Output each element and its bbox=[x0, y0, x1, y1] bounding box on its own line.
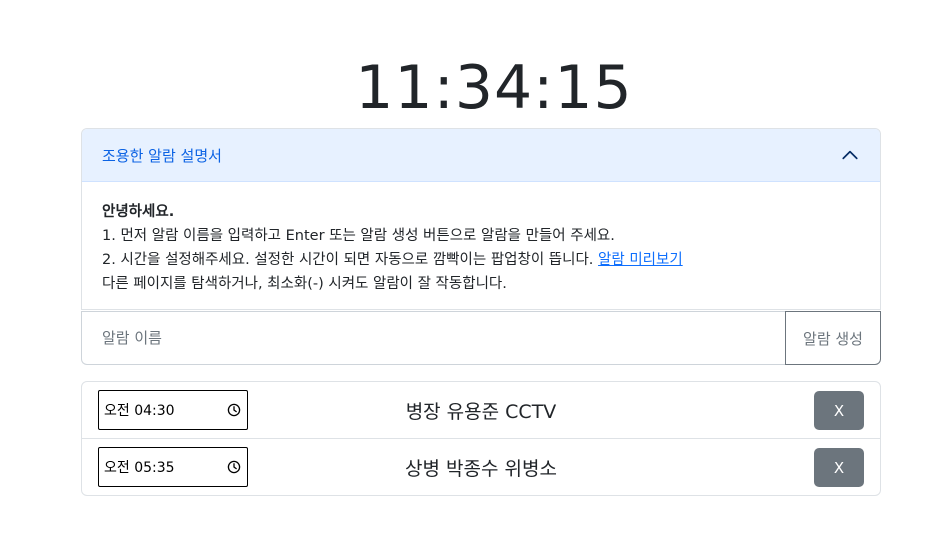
delete-alarm-button[interactable]: X bbox=[814, 448, 864, 487]
alarm-name-input[interactable] bbox=[81, 311, 785, 365]
alarm-item: 오전 04:30 병장 유용준 CCTV X bbox=[82, 382, 880, 439]
guide-body: 안녕하세요. 1. 먼저 알람 이름을 입력하고 Enter 또는 알람 생성 … bbox=[82, 182, 880, 296]
create-alarm-button[interactable]: 알람 생성 bbox=[785, 311, 881, 365]
chevron-up-icon bbox=[840, 145, 860, 165]
guide-line-3: 다른 페이지를 탐색하거나, 최소화(-) 시켜도 알람이 잘 작동합니다. bbox=[102, 276, 507, 292]
alarm-time-value: 오전 04:30 bbox=[104, 403, 175, 419]
clock-icon[interactable] bbox=[227, 403, 241, 417]
alarm-preview-link[interactable]: 알람 미리보기 bbox=[598, 252, 683, 268]
alarm-time-value: 오전 05:35 bbox=[104, 460, 175, 476]
create-alarm-form: 알람 생성 bbox=[81, 311, 881, 365]
delete-alarm-button[interactable]: X bbox=[814, 391, 864, 430]
alarm-name: 상병 박종수 위병소 bbox=[405, 458, 557, 480]
guide-line-1: 1. 먼저 알람 이름을 입력하고 Enter 또는 알람 생성 버튼으로 알람… bbox=[102, 228, 615, 244]
guide-line-2-wrap: 2. 시간을 설정해주세요. 설정한 시간이 되면 자동으로 깜빡이는 팝업창이… bbox=[102, 248, 860, 272]
alarm-time-input[interactable]: 오전 04:30 bbox=[98, 390, 248, 430]
guide-greeting: 안녕하세요. bbox=[102, 204, 175, 220]
alarm-list: 오전 04:30 병장 유용준 CCTV X 오전 05:35 상병 박종수 위… bbox=[81, 381, 881, 496]
guide-accordion-header[interactable]: 조용한 알람 설명서 bbox=[82, 129, 880, 182]
alarm-item: 오전 05:35 상병 박종수 위병소 X bbox=[82, 439, 880, 495]
clock-icon[interactable] bbox=[227, 460, 241, 474]
alarm-time-input[interactable]: 오전 05:35 bbox=[98, 447, 248, 487]
guide-accordion: 조용한 알람 설명서 안녕하세요. 1. 먼저 알람 이름을 입력하고 Ente… bbox=[81, 128, 881, 310]
current-time-clock: 11:34:15 bbox=[355, 53, 633, 123]
alarm-name: 병장 유용준 CCTV bbox=[405, 401, 557, 423]
guide-title: 조용한 알람 설명서 bbox=[102, 146, 222, 165]
guide-line-2: 2. 시간을 설정해주세요. 설정한 시간이 되면 자동으로 깜빡이는 팝업창이… bbox=[102, 252, 594, 268]
